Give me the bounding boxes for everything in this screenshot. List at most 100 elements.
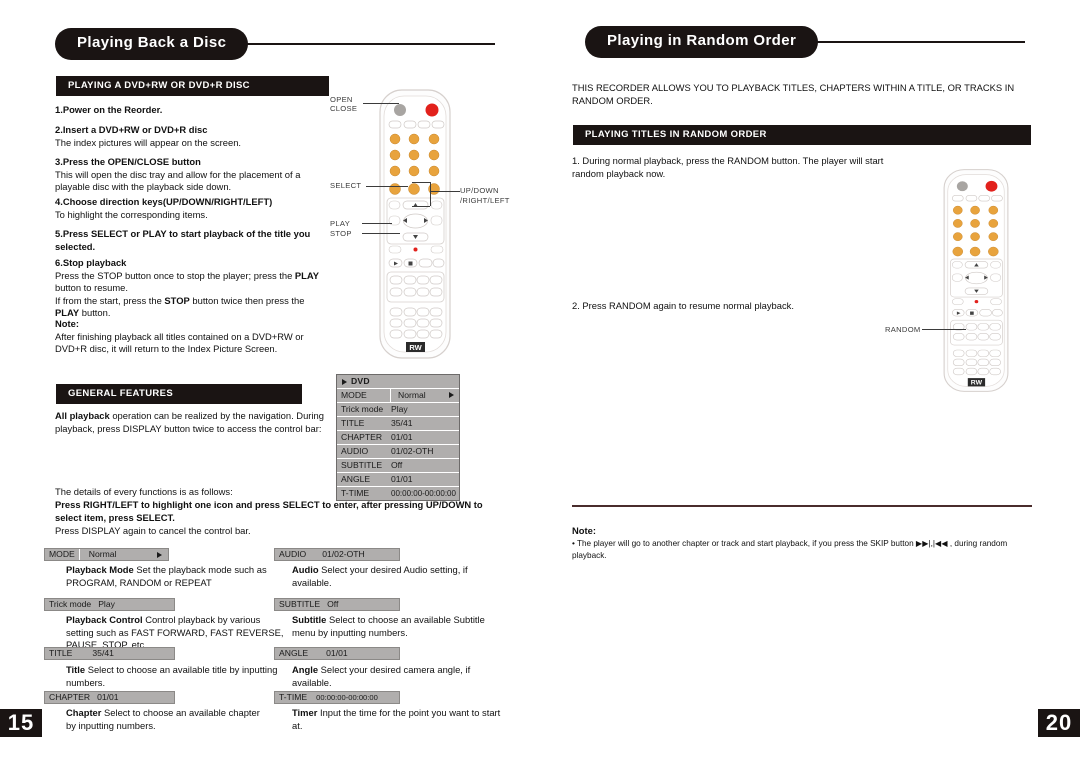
legend-term-subtitle: Subtitle — [292, 614, 327, 625]
right-note-label: Note: — [572, 525, 596, 536]
title-rule — [244, 42, 495, 45]
legend-term-title: Title — [66, 664, 86, 675]
legend-desc-mode: Playback Mode Set the playback mode such… — [66, 564, 271, 589]
legend-desc-subtitle: Subtitle Select to choose an available S… — [292, 614, 508, 639]
osd-row-ttime: T-TIME 00:00:00-00:00:00 — [337, 487, 459, 500]
page-number-right: 20 — [1038, 709, 1080, 737]
osd-value-mode: Normal — [398, 390, 426, 400]
callout-updown: UP/DOWN — [460, 186, 499, 195]
chip-chapter: CHAPTER 01/01 — [44, 691, 175, 704]
legend-body-audio: Select your desired Audio setting, if av… — [292, 564, 468, 588]
chip-ttime-value: 00:00:00-00:00:00 — [316, 693, 378, 702]
osd-header: DVD — [337, 375, 459, 389]
osd-value-title: 35/41 — [391, 418, 413, 428]
osd-row-audio: AUDIO 01/02-OTH — [337, 445, 459, 459]
play-triangle-icon — [342, 378, 347, 385]
osd-key-title: TITLE — [341, 418, 365, 428]
page-title-right: Playing in Random Order — [585, 26, 819, 58]
page-left: Playing Back a Disc PLAYING A DVD+RW OR … — [0, 0, 540, 763]
osd-header-label: DVD — [351, 376, 370, 386]
right-step-2: 2. Press RANDOM again to resume normal p… — [572, 300, 794, 311]
callout-close: CLOSE — [330, 104, 358, 113]
callout-line-open — [363, 103, 399, 104]
osd-value-ttime: 00:00:00-00:00:00 — [391, 489, 456, 498]
callout-select: SELECT — [330, 181, 362, 190]
step-5: 5.Press SELECT or PLAY to start playback… — [55, 228, 320, 253]
step-4: 4.Choose direction keys(UP/DOWN/RIGHT/LE… — [55, 196, 323, 221]
section-bar-random-order: PLAYING TITLES IN RANDOM ORDER — [572, 124, 1032, 146]
legend-body-ttime: Input the time for the point you want to… — [292, 707, 501, 731]
callout-line-play — [362, 223, 392, 224]
right-page-title-row: Playing in Random Order — [585, 26, 1025, 58]
chip-title: TITLE 35/41 — [44, 647, 175, 660]
chip-angle-value: 01/01 — [326, 648, 348, 658]
chip-chapter-value: 01/01 — [97, 692, 119, 702]
osd-key-subtitle: SUBTITLE — [341, 460, 383, 470]
chip-angle: ANGLE 01/01 — [274, 647, 400, 660]
right-intro: THIS RECORDER ALLOWS YOU TO PLAYBACK TIT… — [572, 82, 1015, 106]
osd-key-ttime: T-TIME — [341, 488, 370, 498]
general-text-1: All playback operation can be realized b… — [55, 410, 324, 434]
osd-control-bar: DVD MODE Normal Trick mode Play TITLE 35… — [336, 374, 460, 501]
chip-mode-value: Normal — [88, 549, 117, 559]
left-note: Note: After finishing playback all title… — [55, 318, 323, 356]
chip-title-value: 35/41 — [92, 648, 114, 658]
osd-row-chapter: CHAPTER 01/01 — [337, 431, 459, 445]
page-right: Playing in Random Order THIS RECORDER AL… — [540, 0, 1080, 763]
general-text-2: The details of every functions is as fol… — [55, 486, 233, 497]
callout-line-stop — [362, 233, 400, 234]
right-note-text: • The player will go to another chapter … — [572, 538, 1008, 561]
step-5-head: 5.Press SELECT or PLAY to start playback… — [55, 228, 311, 252]
chip-subtitle-key: SUBTITLE — [279, 599, 321, 609]
section-bar-general-features: GENERAL FEATURES — [55, 383, 303, 405]
chip-audio: AUDIO 01/02-OTH — [274, 548, 400, 561]
chip-trickmode-value: Play — [98, 599, 115, 609]
step-6: 6.Stop playback Press the STOP button on… — [55, 257, 323, 320]
page-title: Playing Back a Disc — [55, 28, 249, 60]
right-note: Note: • The player will go to another ch… — [572, 525, 1042, 563]
chip-ttime: T-TIME 00:00:00-00:00:00 — [274, 691, 400, 704]
chevron-right-icon — [157, 551, 162, 558]
legend-desc-ttime: Timer Input the time for the point you w… — [292, 707, 504, 732]
callout-line-random — [922, 329, 966, 330]
callout-rightleft: /RIGHT/LEFT — [460, 196, 510, 205]
legend-body-angle: Select your desired camera angle, if ava… — [292, 664, 471, 688]
page-number-left: 15 — [0, 709, 42, 737]
step-6-body: Press the STOP button once to stop the p… — [55, 269, 320, 319]
chip-mode: MODE Normal — [44, 548, 169, 561]
chip-subtitle-value: Off — [327, 599, 339, 609]
osd-row-angle: ANGLE 01/01 — [337, 473, 459, 487]
general-text-3: Press RIGHT/LEFT to highlight one icon a… — [55, 499, 483, 523]
svg-text:RW: RW — [971, 380, 983, 387]
legend-term-angle: Angle — [292, 664, 319, 675]
right-step-1: 1. During normal playback, press the RAN… — [572, 155, 884, 179]
osd-row-subtitle: SUBTITLE Off — [337, 459, 459, 473]
callout-stop: STOP — [330, 229, 352, 238]
chip-angle-key: ANGLE — [279, 648, 309, 658]
legend-term-mode: Playback Mode — [66, 564, 134, 575]
general-text-4: Press DISPLAY again to cancel the contro… — [55, 525, 251, 536]
left-page-title-row: Playing Back a Disc — [55, 28, 495, 60]
chip-audio-key: AUDIO — [279, 549, 307, 559]
osd-key-mode: MODE — [337, 389, 391, 402]
chip-subtitle: SUBTITLE Off — [274, 598, 400, 611]
osd-value-audio: 01/02-OTH — [391, 446, 434, 456]
legend-desc-angle: Angle Select your desired camera angle, … — [292, 664, 504, 689]
legend-term-trickmode: Playback Control — [66, 614, 143, 625]
note-separator — [572, 505, 1032, 507]
legend-desc-audio: Audio Select your desired Audio setting,… — [292, 564, 504, 589]
step-2-head: 2.Insert a DVD+RW or DVD+R disc — [55, 124, 208, 135]
osd-key-audio: AUDIO — [341, 446, 369, 456]
callout-line-up — [412, 182, 430, 183]
chip-trickmode: Trick mode Play — [44, 598, 175, 611]
title-rule-right — [814, 40, 1025, 43]
step-4-body: To highlight the corresponding items. — [55, 208, 208, 220]
chip-ttime-key: T-TIME — [279, 692, 308, 702]
step-2-body: The index pictures will appear on the sc… — [55, 136, 242, 148]
step-6-head: 6.Stop playback — [55, 257, 127, 268]
osd-row-title: TITLE 35/41 — [337, 417, 459, 431]
osd-value-trickmode: Play — [391, 404, 408, 414]
callout-line-select — [366, 186, 408, 187]
step-4-head: 4.Choose direction keys(UP/DOWN/RIGHT/LE… — [55, 196, 273, 207]
section-bar-playing-disc: PLAYING A DVD+RW OR DVD+R DISC — [55, 75, 330, 97]
